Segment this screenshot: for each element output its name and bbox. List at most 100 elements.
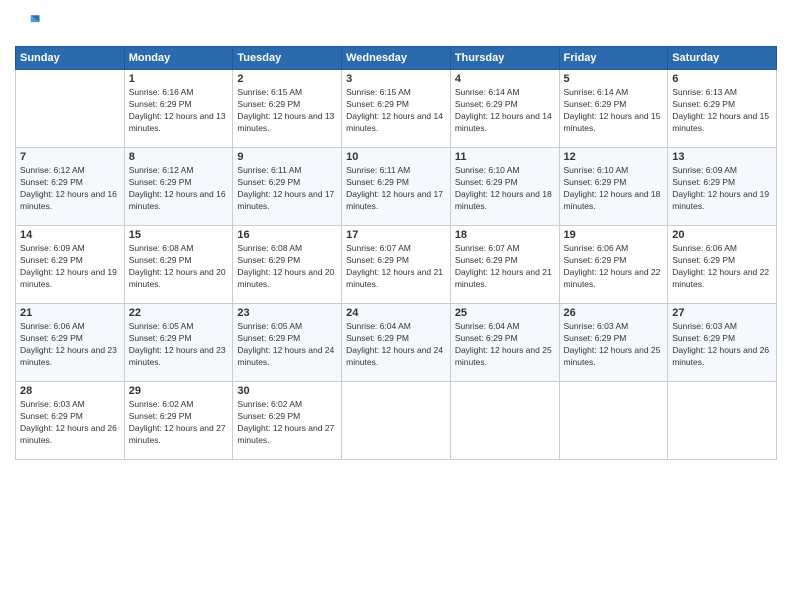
calendar-cell: 6Sunrise: 6:13 AMSunset: 6:29 PMDaylight… [668,70,777,148]
day-number: 30 [237,385,337,397]
calendar-cell: 23Sunrise: 6:05 AMSunset: 6:29 PMDayligh… [233,304,342,382]
day-info: Sunrise: 6:10 AMSunset: 6:29 PMDaylight:… [564,165,664,213]
day-info: Sunrise: 6:12 AMSunset: 6:29 PMDaylight:… [129,165,229,213]
day-number: 21 [20,307,120,319]
day-number: 20 [672,229,772,241]
day-number: 28 [20,385,120,397]
calendar-cell: 3 Sunrise: 6:15 AMSunset: 6:29 PMDaylight… [342,70,451,148]
calendar-cell: 27 Sunrise: 6:03 AMSunset: 6:29 PMDayligh… [668,304,777,382]
week-row-4: 21 Sunrise: 6:06 AMSunset: 6:29 PMDayligh… [16,304,777,382]
day-info: Sunrise: 6:13 AMSunset: 6:29 PMDaylight:… [672,87,772,135]
day-info: Sunrise: 6:04 AMSunset: 6:29 PMDaylight:… [455,321,555,369]
weekday-header-friday: Friday [559,47,668,70]
calendar-cell: 5 Sunrise: 6:14 AMSunset: 6:29 PMDaylight… [559,70,668,148]
calendar-cell: 4 Sunrise: 6:14 AMSunset: 6:29 PMDaylight… [450,70,559,148]
day-number: 9 [237,151,337,163]
day-info: Sunrise: 6:10 AMSunset: 6:29 PMDaylight:… [455,165,555,213]
day-number: 8 [129,151,229,163]
day-number: 3 [346,73,446,85]
day-number: 16 [237,229,337,241]
day-number: 27 [672,307,772,319]
day-number: 2 [237,73,337,85]
day-number: 19 [564,229,664,241]
logo [15,10,47,38]
calendar-cell: 11 Sunrise: 6:10 AMSunset: 6:29 PMDayligh… [450,148,559,226]
calendar-cell: 10 Sunrise: 6:11 AMSunset: 6:29 PMDayligh… [342,148,451,226]
day-info: Sunrise: 6:02 AMSunset: 6:29 PMDaylight:… [237,399,337,447]
weekday-header-monday: Monday [124,47,233,70]
calendar-cell [342,382,451,460]
day-info: Sunrise: 6:12 AMSunset: 6:29 PMDaylight:… [20,165,120,213]
day-info: Sunrise: 6:04 AMSunset: 6:29 PMDaylight:… [346,321,446,369]
day-info: Sunrise: 6:11 AMSunset: 6:29 PMDaylight:… [346,165,446,213]
day-number: 17 [346,229,446,241]
day-number: 4 [455,73,555,85]
calendar-cell: 8 Sunrise: 6:12 AMSunset: 6:29 PMDaylight… [124,148,233,226]
weekday-header-wednesday: Wednesday [342,47,451,70]
day-info: Sunrise: 6:06 AMSunset: 6:29 PMDaylight:… [20,321,120,369]
day-info: Sunrise: 6:03 AMSunset: 6:29 PMDaylight:… [672,321,772,369]
weekday-header-thursday: Thursday [450,47,559,70]
week-row-3: 14Sunrise: 6:09 AMSunset: 6:29 PMDayligh… [16,226,777,304]
day-number: 10 [346,151,446,163]
day-number: 25 [455,307,555,319]
day-info: Sunrise: 6:07 AMSunset: 6:29 PMDaylight:… [346,243,446,291]
day-info: Sunrise: 6:08 AMSunset: 6:29 PMDaylight:… [129,243,229,291]
calendar-cell: 7 Sunrise: 6:12 AMSunset: 6:29 PMDaylight… [16,148,125,226]
day-number: 22 [129,307,229,319]
day-number: 12 [564,151,664,163]
weekday-header-tuesday: Tuesday [233,47,342,70]
calendar-cell: 9 Sunrise: 6:11 AMSunset: 6:29 PMDaylight… [233,148,342,226]
day-info: Sunrise: 6:03 AMSunset: 6:29 PMDaylight:… [564,321,664,369]
day-info: Sunrise: 6:07 AMSunset: 6:29 PMDaylight:… [455,243,555,291]
calendar-cell: 25 Sunrise: 6:04 AMSunset: 6:29 PMDayligh… [450,304,559,382]
calendar-cell: 29 Sunrise: 6:02 AMSunset: 6:29 PMDayligh… [124,382,233,460]
day-info: Sunrise: 6:05 AMSunset: 6:29 PMDaylight:… [237,321,337,369]
day-info: Sunrise: 6:09 AMSunset: 6:29 PMDaylight:… [672,165,772,213]
day-number: 11 [455,151,555,163]
calendar-cell: 16 Sunrise: 6:08 AMSunset: 6:29 PMDayligh… [233,226,342,304]
day-info: Sunrise: 6:14 AMSunset: 6:29 PMDaylight:… [455,87,555,135]
calendar-cell: 24 Sunrise: 6:04 AMSunset: 6:29 PMDayligh… [342,304,451,382]
calendar-cell [559,382,668,460]
calendar-cell: 20 Sunrise: 6:06 AMSunset: 6:29 PMDayligh… [668,226,777,304]
week-row-1: 1 Sunrise: 6:16 AMSunset: 6:29 PMDaylight… [16,70,777,148]
day-number: 1 [129,73,229,85]
weekday-header-sunday: Sunday [16,47,125,70]
calendar-cell [668,382,777,460]
day-info: Sunrise: 6:06 AMSunset: 6:29 PMDaylight:… [672,243,772,291]
day-info: Sunrise: 6:14 AMSunset: 6:29 PMDaylight:… [564,87,664,135]
calendar-cell: 13 Sunrise: 6:09 AMSunset: 6:29 PMDayligh… [668,148,777,226]
day-number: 7 [20,151,120,163]
day-info: Sunrise: 6:15 AMSunset: 6:29 PMDaylight:… [237,87,337,135]
calendar-cell: 26Sunrise: 6:03 AMSunset: 6:29 PMDayligh… [559,304,668,382]
day-info: Sunrise: 6:05 AMSunset: 6:29 PMDaylight:… [129,321,229,369]
day-number: 24 [346,307,446,319]
day-number: 14 [20,229,120,241]
week-row-5: 28Sunrise: 6:03 AMSunset: 6:29 PMDayligh… [16,382,777,460]
weekday-header-row: SundayMondayTuesdayWednesdayThursdayFrid… [16,47,777,70]
logo-icon [15,10,43,38]
header [15,10,777,38]
calendar-cell: 21 Sunrise: 6:06 AMSunset: 6:29 PMDayligh… [16,304,125,382]
day-info: Sunrise: 6:08 AMSunset: 6:29 PMDaylight:… [237,243,337,291]
day-info: Sunrise: 6:16 AMSunset: 6:29 PMDaylight:… [129,87,229,135]
day-number: 13 [672,151,772,163]
week-row-2: 7 Sunrise: 6:12 AMSunset: 6:29 PMDaylight… [16,148,777,226]
calendar-cell: 15Sunrise: 6:08 AMSunset: 6:29 PMDayligh… [124,226,233,304]
calendar-cell [450,382,559,460]
calendar-cell: 14Sunrise: 6:09 AMSunset: 6:29 PMDayligh… [16,226,125,304]
day-info: Sunrise: 6:11 AMSunset: 6:29 PMDaylight:… [237,165,337,213]
calendar-cell: 19Sunrise: 6:06 AMSunset: 6:29 PMDayligh… [559,226,668,304]
calendar-page: SundayMondayTuesdayWednesdayThursdayFrid… [0,0,792,612]
day-number: 5 [564,73,664,85]
day-number: 18 [455,229,555,241]
calendar-cell: 18 Sunrise: 6:07 AMSunset: 6:29 PMDayligh… [450,226,559,304]
day-number: 29 [129,385,229,397]
calendar-cell: 28Sunrise: 6:03 AMSunset: 6:29 PMDayligh… [16,382,125,460]
calendar-cell: 2 Sunrise: 6:15 AMSunset: 6:29 PMDaylight… [233,70,342,148]
calendar-table: SundayMondayTuesdayWednesdayThursdayFrid… [15,46,777,460]
day-info: Sunrise: 6:02 AMSunset: 6:29 PMDaylight:… [129,399,229,447]
calendar-cell: 12 Sunrise: 6:10 AMSunset: 6:29 PMDayligh… [559,148,668,226]
day-info: Sunrise: 6:15 AMSunset: 6:29 PMDaylight:… [346,87,446,135]
